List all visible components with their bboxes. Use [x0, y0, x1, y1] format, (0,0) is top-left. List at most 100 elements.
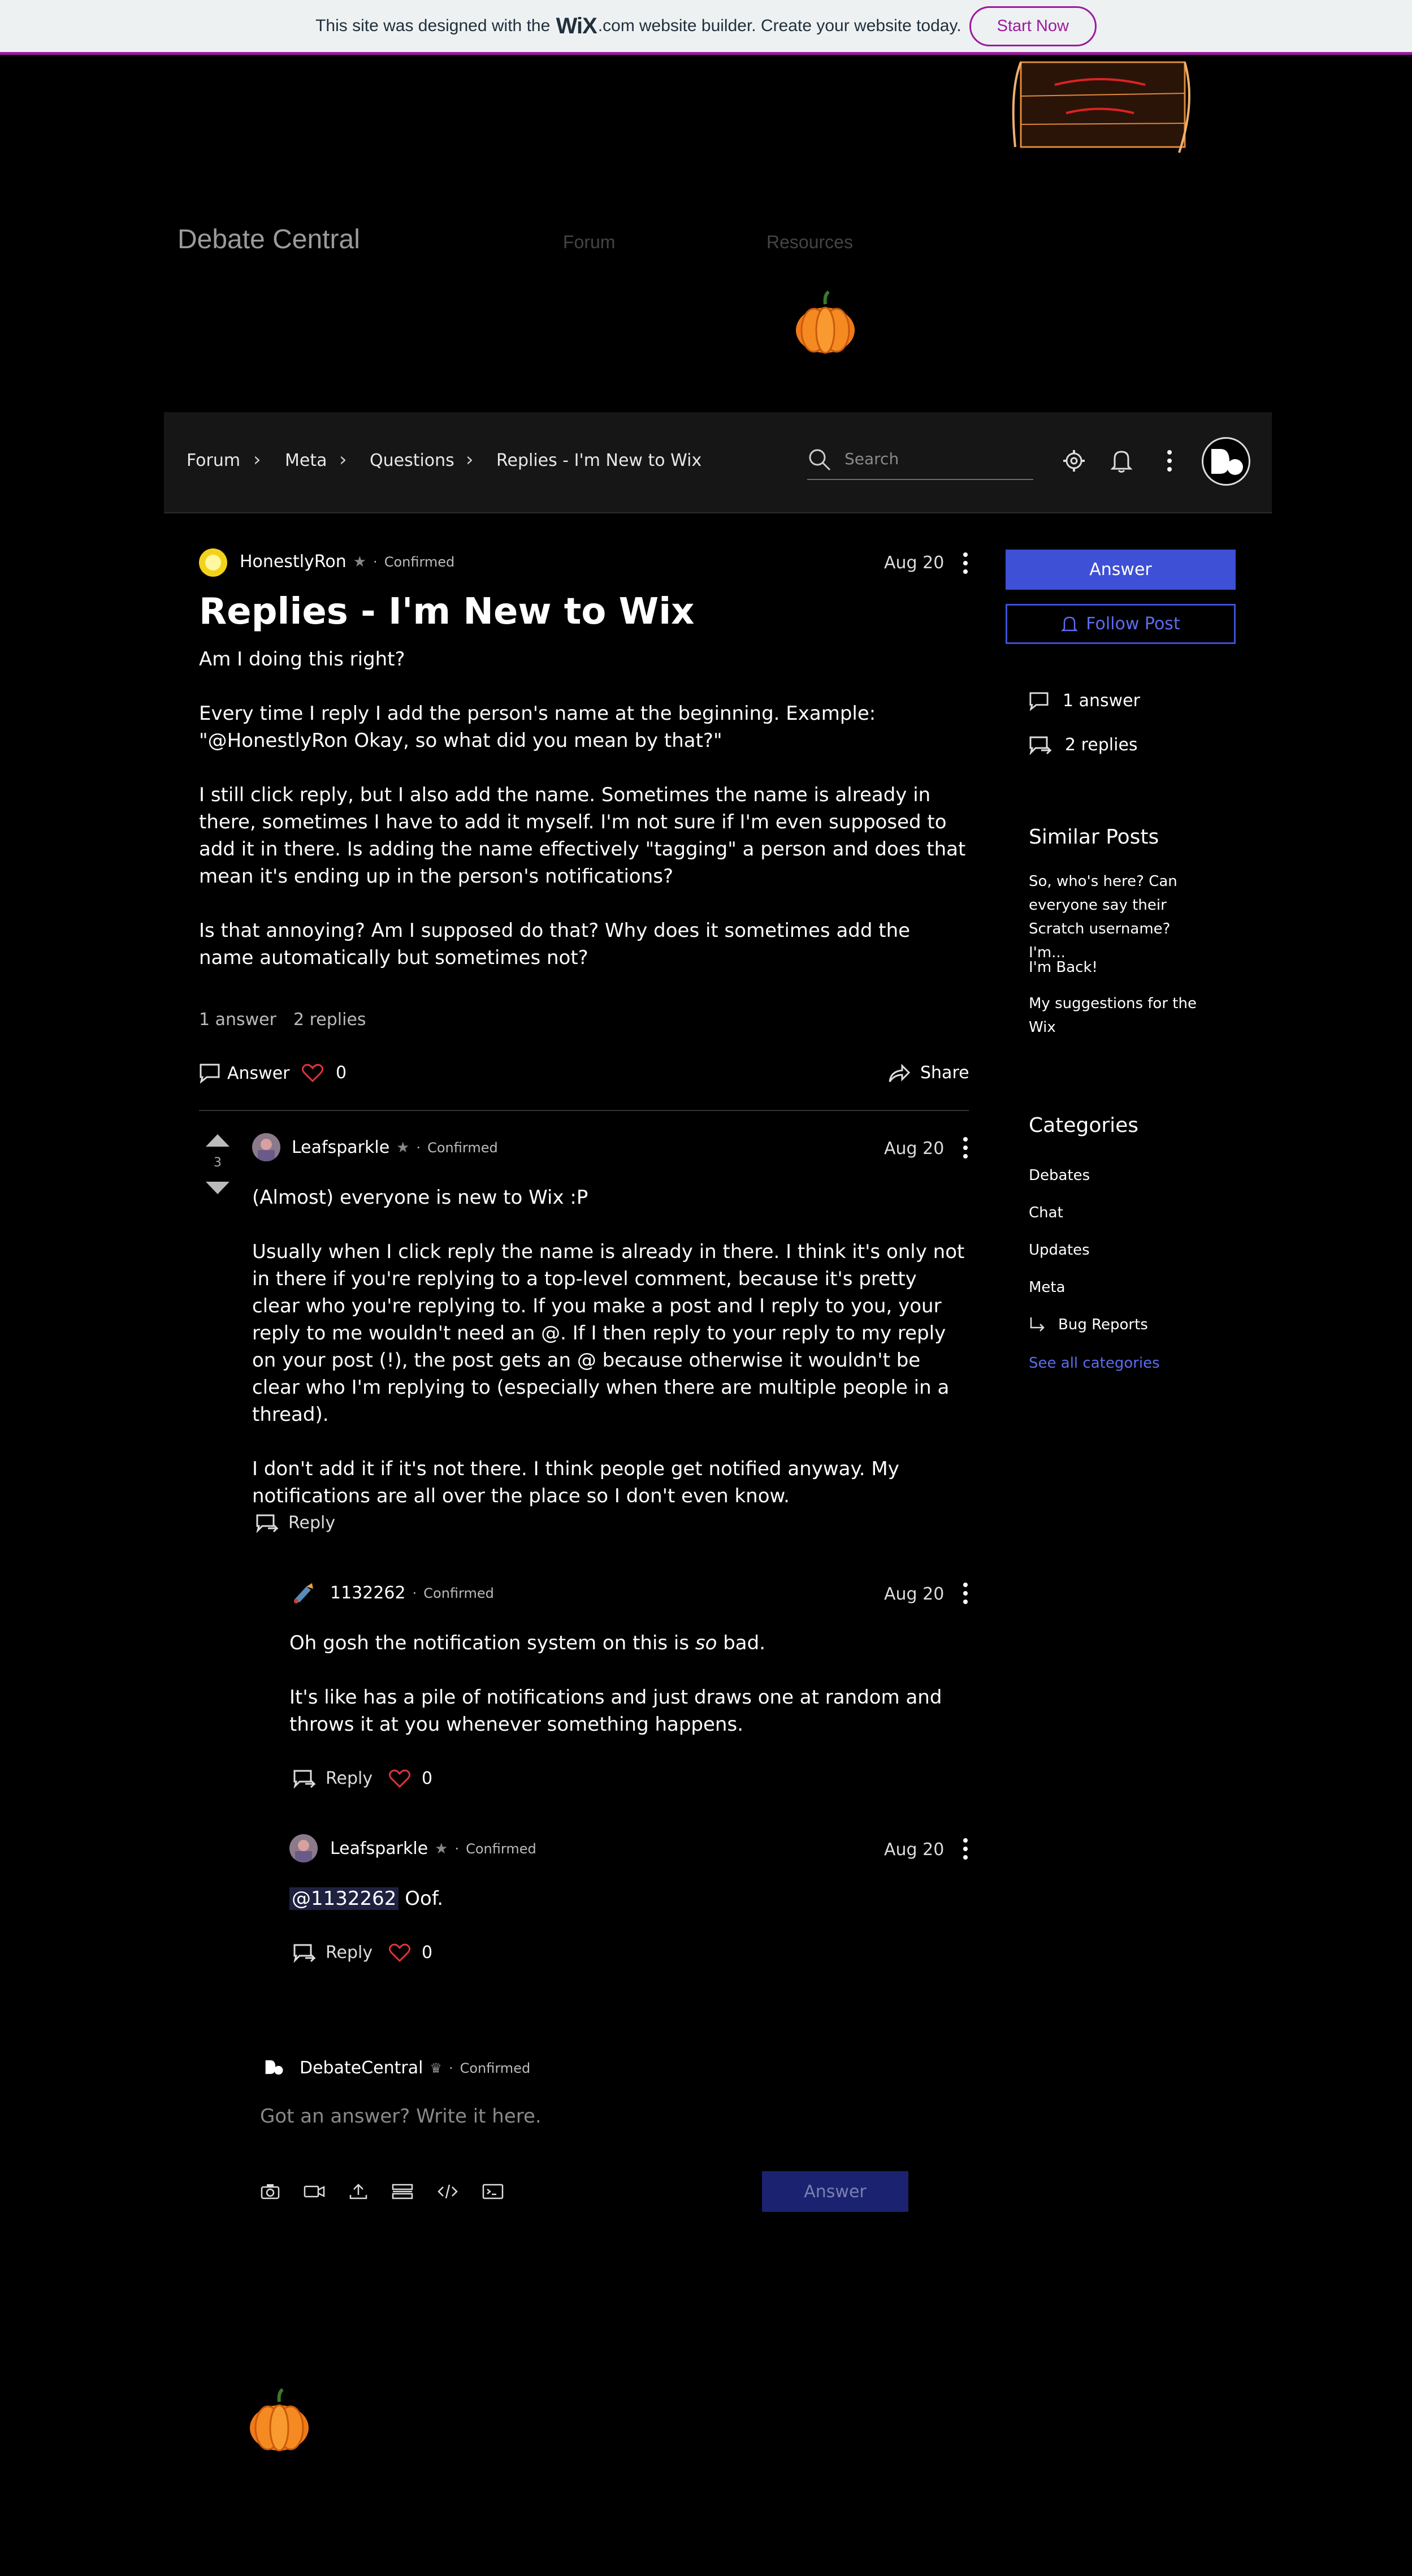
share-button[interactable]: Share [887, 1063, 969, 1083]
see-all-categories-link[interactable]: See all categories [1029, 1355, 1160, 1372]
reply2-reply-button[interactable]: Reply [293, 1943, 373, 1963]
similar-post-link[interactable]: So, who's here? Can everyone say their S… [1029, 870, 1204, 965]
category-link[interactable]: Chat [1029, 1201, 1063, 1225]
reply2-author-name[interactable]: Leafsparkle [330, 1839, 428, 1858]
reply2-date: Aug 20 [884, 1840, 945, 1860]
category-label: Bug Reports [1058, 1316, 1148, 1333]
search-icon[interactable] [807, 447, 832, 474]
reply-icon [256, 1514, 278, 1533]
reply2-more-icon[interactable] [962, 1838, 969, 1862]
post-answer-action[interactable]: Answer [199, 1063, 290, 1083]
user-avatar[interactable] [1202, 437, 1250, 486]
answer-reply-button[interactable]: Reply [255, 1513, 335, 1533]
sidebar-reply-count: 2 replies [1065, 735, 1138, 755]
post-like-count: 0 [336, 1063, 347, 1083]
start-now-button[interactable]: Start Now [969, 6, 1097, 46]
banner-text-before: This site was designed with the [315, 16, 551, 35]
upload-icon[interactable] [348, 2182, 369, 2201]
nav-forum[interactable]: Forum [563, 232, 615, 253]
post-author-meta: HonestlyRon ★ · Confirmed [240, 552, 454, 572]
post-more-icon[interactable] [962, 552, 969, 577]
heart-icon [302, 1064, 323, 1082]
camera-icon[interactable] [260, 2182, 280, 2201]
reply2-text: Oof. [405, 1887, 444, 1910]
vote-count: 3 [214, 1156, 222, 1170]
reply2-author-meta: Leafsparkle ★ · Confirmed [330, 1839, 536, 1858]
confirmed-badge: Confirmed [460, 2060, 531, 2076]
post-answer-count[interactable]: 1 answer [199, 1010, 276, 1030]
breadcrumb-forum[interactable]: Forum [187, 451, 240, 470]
leafsparkle-avatar[interactable] [252, 1133, 280, 1161]
answer-editor-input[interactable]: Got an answer? Write it here. [260, 2105, 542, 2128]
category-link[interactable]: Updates [1029, 1238, 1090, 1262]
category-link[interactable]: Debates [1029, 1164, 1090, 1187]
confirmed-badge: Confirmed [423, 1585, 494, 1601]
reply1-like-button[interactable]: 0 [389, 1769, 432, 1788]
debatecentral-avatar[interactable] [261, 2055, 286, 2080]
editor-toolbar [260, 2182, 504, 2201]
chevron-right-icon: › [339, 448, 347, 471]
composer-author-meta: DebateCentral ♛ · Confirmed [300, 2058, 530, 2078]
reply1-author-name[interactable]: 1132262 [330, 1583, 406, 1603]
bell-icon[interactable] [1109, 447, 1134, 476]
chevron-right-icon: › [466, 448, 474, 471]
subcategory-arrow-icon [1030, 1317, 1045, 1332]
code-block-icon[interactable] [482, 2182, 504, 2201]
answer-label: Answer [227, 1063, 290, 1083]
submit-answer-button[interactable]: Answer [762, 2171, 908, 2212]
confirmed-badge: Confirmed [466, 1840, 536, 1857]
post-like-action[interactable]: 0 [302, 1063, 346, 1083]
star-icon: ★ [435, 1840, 448, 1857]
sidebar-answer-count: 1 answer [1063, 691, 1140, 711]
separator-dot: · [454, 1840, 460, 1857]
post-paragraph: I still click reply, but I also add the … [199, 784, 966, 888]
mention-tag[interactable]: @1132262 [289, 1887, 399, 1910]
code-icon[interactable] [436, 2182, 459, 2201]
search-underline [807, 479, 1033, 480]
header-sign-image [1004, 57, 1197, 157]
post-paragraph: Every time I reply I add the person's na… [199, 702, 876, 752]
answer-paragraph: Usually when I click reply the name is a… [252, 1241, 965, 1426]
reply1-more-icon[interactable] [962, 1582, 969, 1607]
follow-post-button[interactable]: Follow Post [1006, 604, 1236, 644]
answer-author-name[interactable]: Leafsparkle [292, 1138, 389, 1157]
answer-date: Aug 20 [884, 1139, 945, 1159]
reply-label: Reply [326, 1769, 373, 1788]
leafsparkle-avatar[interactable] [289, 1834, 318, 1862]
video-icon[interactable] [303, 2182, 326, 2201]
breadcrumb-meta[interactable]: Meta [285, 451, 327, 470]
answer-more-icon[interactable] [962, 1136, 969, 1161]
divider-icon[interactable] [391, 2182, 414, 2201]
user-1132262-avatar[interactable] [289, 1579, 318, 1607]
pumpkin-icon [791, 289, 859, 354]
post-paragraph: Am I doing this right? [199, 648, 405, 671]
breadcrumb-current: Replies - I'm New to Wix [496, 451, 702, 470]
comment-icon [200, 1064, 220, 1083]
downvote-button[interactable] [205, 1181, 231, 1198]
reply2-like-count: 0 [422, 1943, 433, 1963]
separator-dot: · [448, 2060, 453, 2076]
search-input[interactable]: Search [844, 449, 899, 468]
reply1-paragraph: It's like has a pile of notifications an… [289, 1686, 942, 1736]
nav-resources[interactable]: Resources [766, 232, 853, 253]
category-link[interactable]: Meta [1029, 1276, 1066, 1299]
sidebar-answer-stat: 1 answer [1029, 691, 1140, 711]
forum-header-bar: Forum › Meta › Questions › Replies - I'm… [164, 412, 1272, 513]
more-menu-icon[interactable] [1166, 449, 1173, 474]
site-title[interactable]: Debate Central [177, 224, 360, 255]
breadcrumb-questions[interactable]: Questions [370, 451, 454, 470]
reply2-like-button[interactable]: 0 [389, 1943, 432, 1963]
honestlyron-avatar[interactable] [199, 548, 227, 577]
upvote-button[interactable] [205, 1133, 231, 1150]
category-link-subcategory[interactable]: Bug Reports [1029, 1313, 1148, 1337]
reply1-reply-button[interactable]: Reply [293, 1769, 373, 1788]
post-reply-count[interactable]: 2 replies [293, 1010, 366, 1030]
reply-icon [293, 1770, 315, 1788]
similar-post-link[interactable]: My suggestions for the Wix [1029, 992, 1204, 1039]
similar-post-link[interactable]: I'm Back! [1029, 956, 1204, 979]
bell-icon [1061, 616, 1079, 631]
post-author-name[interactable]: HonestlyRon [240, 552, 346, 572]
sidebar-answer-button[interactable]: Answer [1006, 550, 1236, 590]
post-paragraph: Is that annoying? Am I supposed do that?… [199, 919, 911, 969]
gear-icon[interactable] [1062, 448, 1086, 476]
